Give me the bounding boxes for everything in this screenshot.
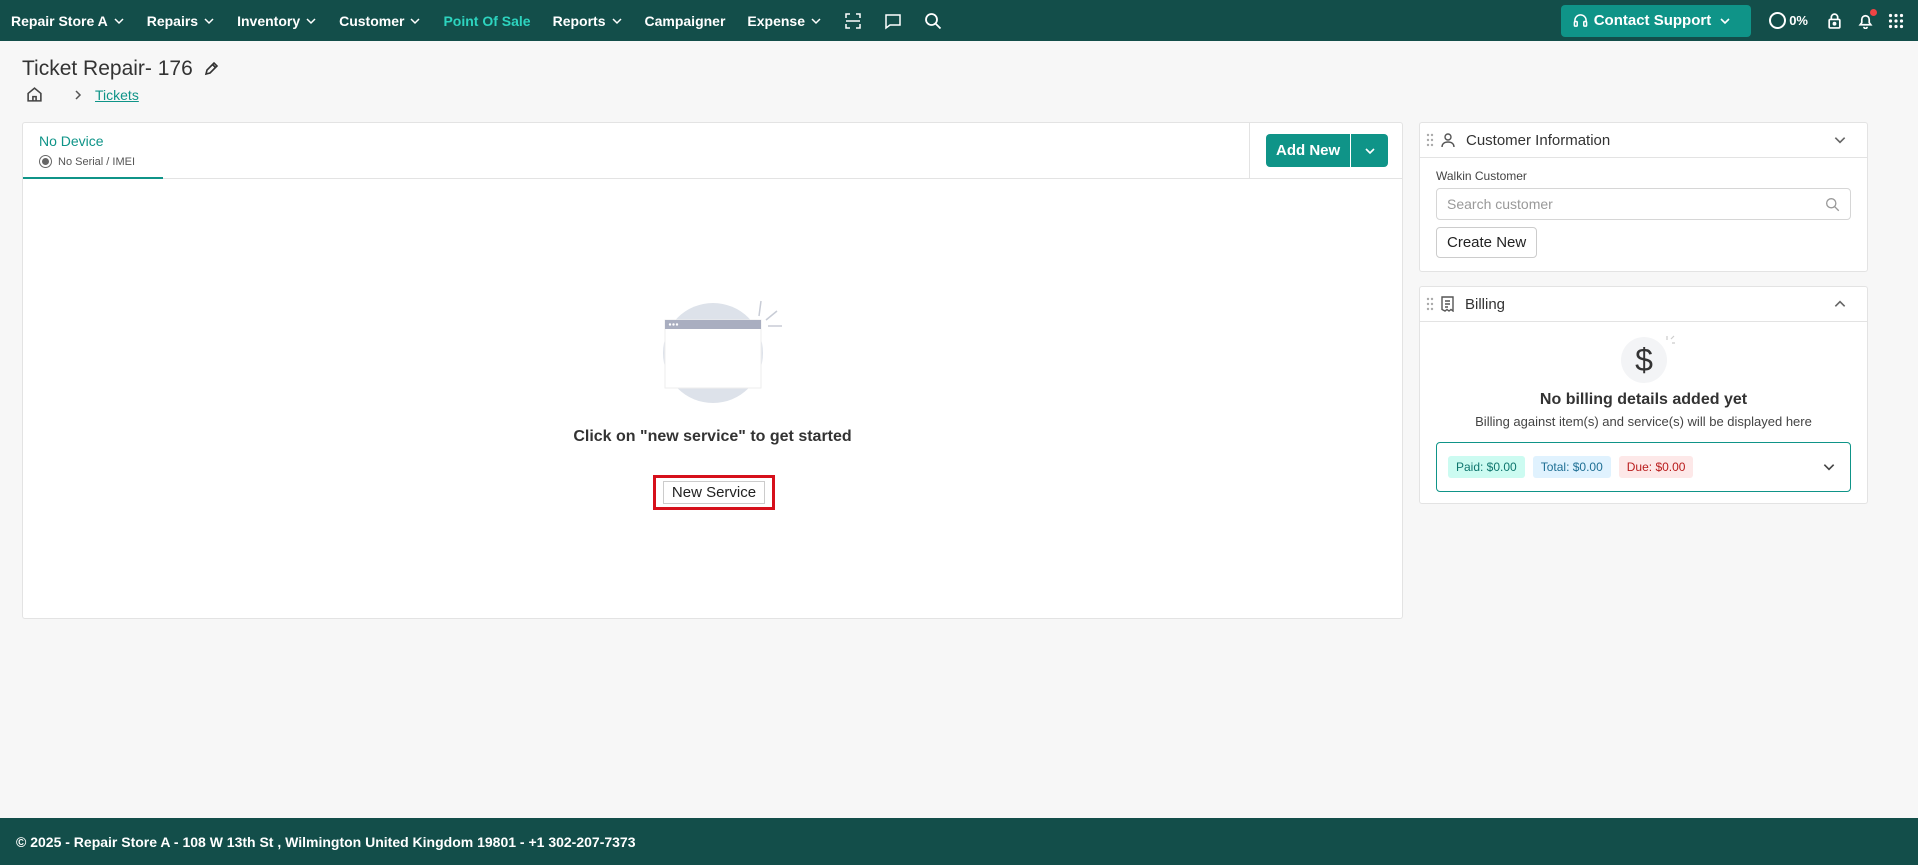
- nav-label: Customer: [339, 12, 405, 29]
- drag-handle-icon[interactable]: [1426, 297, 1434, 311]
- message-icon[interactable]: [884, 12, 902, 30]
- home-icon[interactable]: [26, 86, 43, 103]
- billing-title: Billing: [1465, 295, 1506, 313]
- nav-reports[interactable]: Reports: [553, 13, 623, 29]
- search-icon[interactable]: [924, 12, 942, 30]
- footer: © 2025 - Repair Store A - 108 W 13th St …: [0, 818, 1918, 865]
- new-service-button[interactable]: New Service: [653, 475, 775, 510]
- chevron-down-icon: [611, 17, 622, 24]
- nav-repairs[interactable]: Repairs: [147, 13, 215, 29]
- chevron-right-icon: [73, 89, 83, 101]
- page-title: Ticket Repair- 176: [22, 57, 219, 81]
- nav-label: Repairs: [146, 12, 199, 29]
- total-badge: Total: $0.00: [1532, 456, 1611, 478]
- billing-card: Billing $ No billing details added yet B…: [1419, 286, 1868, 504]
- billing-header[interactable]: Billing: [1420, 287, 1867, 322]
- new-service-label: New Service: [662, 481, 766, 504]
- device-serial-text: No Serial / IMEI: [58, 155, 136, 168]
- chevron-down-icon: [811, 17, 821, 24]
- add-new-dropdown-button[interactable]: [1351, 134, 1389, 167]
- bell-icon[interactable]: [1857, 9, 1877, 29]
- customer-information-title: Customer Information: [1466, 131, 1611, 149]
- customer-label: Walkin Customer: [1436, 169, 1527, 183]
- nav-customer[interactable]: Customer: [339, 13, 421, 29]
- store-name: Repair Store A: [11, 12, 108, 29]
- nav-label: Inventory: [237, 12, 301, 29]
- page-title-text: Ticket Repair- 176: [22, 57, 193, 80]
- add-new-button[interactable]: Add New: [1266, 134, 1351, 167]
- chevron-down-icon: [306, 17, 316, 24]
- drag-handle-icon[interactable]: [1426, 133, 1434, 147]
- chevron-down-icon: [1365, 147, 1375, 154]
- chevron-down-icon[interactable]: [1833, 133, 1847, 147]
- scan-icon[interactable]: [844, 12, 862, 30]
- chevron-down-icon: [410, 17, 420, 24]
- chevron-down-icon: [1822, 460, 1836, 474]
- device-serial: No Serial / IMEI: [39, 155, 163, 168]
- contact-support-label: Contact Support: [1593, 12, 1712, 29]
- chevron-down-icon: [204, 17, 214, 24]
- breadcrumb-tickets-link[interactable]: Tickets: [95, 87, 139, 103]
- notification-dot: [1870, 9, 1877, 16]
- search-customer-input[interactable]: Search customer: [1436, 188, 1851, 220]
- empty-state-illustration: [663, 300, 782, 403]
- nav-label: Expense: [747, 12, 806, 29]
- progress-indicator[interactable]: 0%: [1769, 12, 1808, 29]
- footer-text: © 2025 - Repair Store A - 108 W 13th St …: [16, 833, 636, 850]
- receipt-icon: [1440, 296, 1455, 312]
- chevron-down-icon: [1720, 17, 1730, 24]
- dollar-icon: $: [1621, 337, 1667, 383]
- nav-expense[interactable]: Expense: [747, 13, 822, 29]
- services-panel: No Device No Serial / IMEI Add New Click…: [22, 122, 1403, 619]
- headset-icon: [1573, 14, 1588, 27]
- billing-empty-subtitle: Billing against item(s) and service(s) w…: [1475, 414, 1812, 429]
- apps-grid-icon[interactable]: [1888, 13, 1904, 29]
- create-new-customer-button[interactable]: Create New: [1436, 227, 1538, 258]
- add-new-group: Add New: [1266, 134, 1389, 167]
- empty-state-text: Click on "new service" to get started: [573, 428, 852, 445]
- customer-information-header[interactable]: Customer Information: [1420, 123, 1867, 158]
- due-badge: Due: $0.00: [1618, 456, 1694, 478]
- chevron-up-icon[interactable]: [1833, 297, 1847, 311]
- device-tab[interactable]: No Device No Serial / IMEI: [23, 123, 163, 179]
- billing-empty-title: No billing details added yet: [1539, 391, 1748, 408]
- contact-support-button[interactable]: Contact Support: [1560, 4, 1752, 37]
- progress-ring-icon: [1769, 12, 1787, 29]
- nav-label: Campaigner: [644, 12, 726, 29]
- nav-inventory[interactable]: Inventory: [237, 13, 317, 29]
- paid-badge: Paid: $0.00: [1448, 456, 1525, 478]
- breadcrumb: Tickets: [26, 86, 139, 103]
- tab-divider-line: [23, 178, 1402, 179]
- pencil-icon[interactable]: [203, 61, 219, 77]
- customer-information-card: Customer Information Walkin Customer Sea…: [1419, 122, 1868, 272]
- progress-text: 0%: [1789, 13, 1808, 28]
- vertical-divider: [1249, 123, 1250, 178]
- nav-label: Point Of Sale: [443, 12, 531, 29]
- store-switcher[interactable]: Repair Store A: [11, 13, 125, 29]
- nav-point-of-sale[interactable]: Point Of Sale: [443, 13, 530, 29]
- nav-label: Reports: [552, 12, 606, 29]
- device-name: No Device: [39, 133, 104, 149]
- billing-summary[interactable]: Paid: $0.00 Total: $0.00 Due: $0.00: [1436, 442, 1851, 492]
- search-icon: [1825, 197, 1840, 212]
- top-nav: Repair Store A Repairs Inventory Custome…: [0, 0, 1918, 41]
- sparkle-icon: [1666, 335, 1675, 344]
- radio-icon: [39, 155, 52, 168]
- topbar-right: Contact Support 0%: [1560, 0, 1918, 41]
- chevron-down-icon: [114, 17, 124, 24]
- lock-icon[interactable]: [1826, 12, 1843, 29]
- user-icon: [1440, 132, 1456, 148]
- search-customer-placeholder: Search customer: [1447, 196, 1553, 212]
- nav-campaigner[interactable]: Campaigner: [645, 13, 726, 29]
